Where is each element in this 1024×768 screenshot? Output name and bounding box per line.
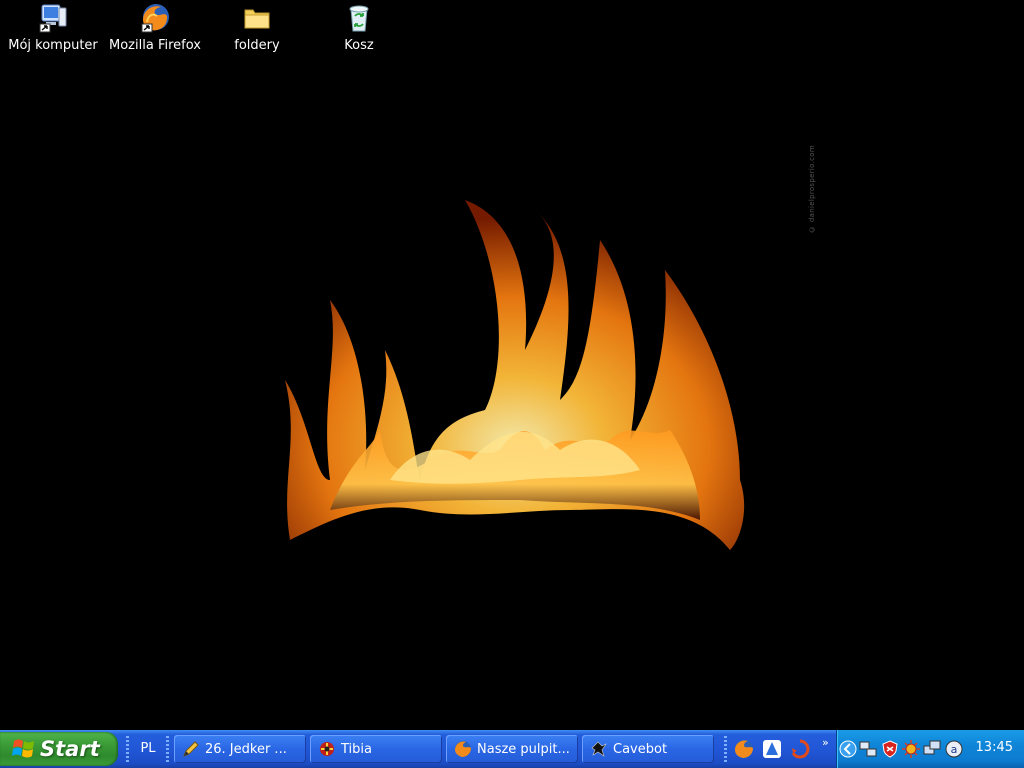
svg-text:a: a [951, 743, 958, 756]
task-label: Tibia [341, 741, 372, 757]
toolbar-grip[interactable] [724, 736, 727, 762]
a-icon[interactable]: a [945, 740, 963, 758]
wallpaper-watermark: © danielprosperio.com [808, 145, 816, 233]
quick-launch-firefox-icon[interactable] [734, 739, 754, 759]
start-label: Start [40, 737, 100, 761]
task-button-jedker[interactable]: 26. Jedker ... [174, 735, 306, 763]
firefox-icon [455, 741, 471, 757]
desktop-icon-foldery[interactable]: foldery [207, 0, 307, 64]
quick-launch-overflow-button[interactable]: » [822, 736, 829, 749]
toolbar-grip[interactable] [126, 736, 129, 762]
my-computer-icon [39, 4, 67, 33]
folder-icon [244, 9, 270, 29]
network-icon[interactable] [859, 740, 877, 758]
task-label: 26. Jedker ... [205, 741, 287, 757]
quick-launch-browser-icon[interactable] [790, 739, 810, 759]
quick-launch-messenger-icon[interactable] [762, 739, 782, 759]
windows-logo-icon [12, 739, 34, 758]
monitors-icon[interactable] [923, 740, 941, 758]
firefox-icon [141, 4, 169, 33]
cavebot-icon [591, 741, 607, 757]
desktop-icon-my-computer[interactable]: Mój komputer [3, 0, 103, 64]
language-indicator[interactable]: PL [134, 738, 162, 760]
taskbar: Start PL 26. Jedker ... Tibia Nasze pulp… [0, 730, 1024, 768]
system-tray: a 13:45 [836, 730, 1024, 768]
show-hidden-icon[interactable] [839, 740, 857, 758]
task-button-cavebot[interactable]: Cavebot [582, 735, 714, 763]
desktop-icon-recycle-bin[interactable]: Kosz [309, 0, 409, 64]
task-label: Nasze pulpit... [477, 741, 570, 757]
tibia-icon [320, 742, 334, 756]
toolbar-grip[interactable] [166, 736, 169, 762]
desktop-icon-label: foldery [234, 38, 280, 53]
pencil-app-icon [183, 741, 199, 757]
desktop: © danielprosperio.com Mój komputer Mozil… [0, 0, 1024, 730]
desktop-icon-label: Kosz [344, 38, 374, 53]
task-label: Cavebot [613, 741, 668, 757]
start-button[interactable]: Start [0, 732, 118, 766]
desktop-icon-label: Mój komputer [8, 38, 98, 53]
shield-icon[interactable] [881, 740, 899, 758]
clock[interactable]: 13:45 [976, 740, 1013, 755]
desktop-icon-label: Mozilla Firefox [109, 38, 201, 53]
sun-icon[interactable] [902, 740, 920, 758]
recycle-bin-icon [349, 5, 369, 32]
desktop-icon-firefox[interactable]: Mozilla Firefox [105, 0, 205, 64]
task-button-tibia[interactable]: Tibia [310, 735, 442, 763]
task-button-nasze-pulpit[interactable]: Nasze pulpit... [446, 735, 578, 763]
fire-wallpaper [285, 200, 745, 550]
